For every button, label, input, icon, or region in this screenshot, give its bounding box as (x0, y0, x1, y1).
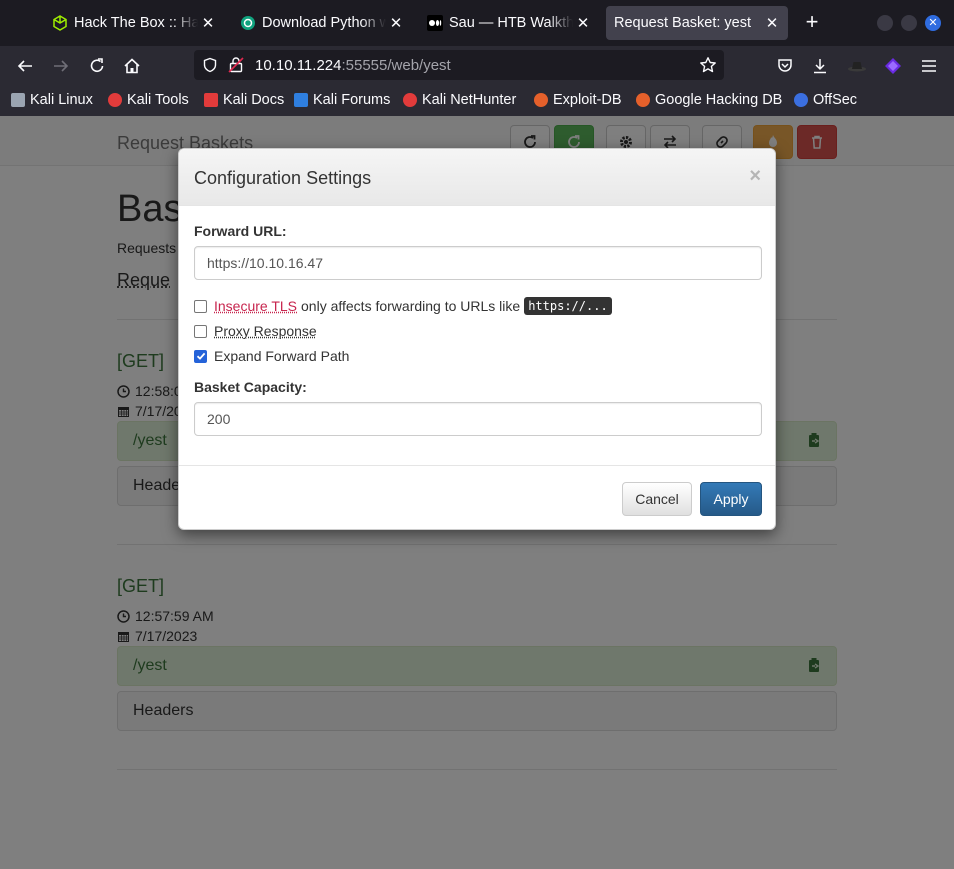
forward-url-input[interactable] (194, 246, 762, 280)
home-icon[interactable] (120, 54, 144, 78)
expand-forward-path-checkbox[interactable] (194, 349, 207, 363)
kali-dragon-icon (11, 93, 25, 107)
tab-strip: Hack The Box :: Hack The Box ✕ Download … (0, 0, 954, 46)
insecure-tls-note: only affects forwarding to URLs like (301, 298, 521, 314)
bookmark-kali-docs[interactable]: Kali Docs (204, 92, 284, 108)
check-icon (196, 352, 205, 360)
proxy-response-label[interactable]: Proxy Response (214, 323, 317, 339)
close-icon[interactable]: ✕ (200, 14, 216, 32)
bookmark-label: Exploit-DB (553, 92, 622, 108)
tab-label: Hack The Box :: Hack The Box (74, 15, 198, 31)
bookmark-star-icon[interactable] (699, 56, 717, 79)
reload-icon[interactable] (85, 54, 109, 78)
modal-header: Configuration Settings × (179, 149, 775, 206)
tab-label: Sau — HTB Walkthrough (449, 15, 573, 31)
bookmark-kali-linux[interactable]: Kali Linux (11, 92, 93, 108)
close-icon[interactable]: ✕ (388, 14, 404, 32)
modal-title: Configuration Settings (194, 168, 372, 188)
tab-label: Request Basket: yest (614, 15, 752, 31)
htb-cube-icon (52, 15, 68, 31)
forward-icon[interactable] (49, 54, 73, 78)
tab-medium[interactable]: Sau — HTB Walkthrough ✕ (419, 6, 599, 40)
expand-forward-path-label[interactable]: Expand Forward Path (214, 348, 349, 364)
bookmark-label: Kali Linux (30, 92, 93, 108)
offsec-icon (794, 93, 808, 107)
forward-url-label: Forward URL: (194, 223, 287, 239)
tab-chatgpt[interactable]: Download Python with ChatGPT ✕ (232, 6, 412, 40)
url-text[interactable]: 10.10.11.224:55555/web/yest (255, 57, 451, 74)
url-host: 10.10.11.224 (255, 57, 342, 74)
bookmark-label: Kali Forums (313, 92, 391, 108)
kali-tools-icon (108, 93, 122, 107)
bookmark-label: Kali Docs (223, 92, 285, 108)
basket-capacity-label: Basket Capacity: (194, 379, 307, 395)
bookmark-kali-forums[interactable]: Kali Forums (294, 92, 390, 108)
insecure-tls-code: https://... (524, 297, 612, 315)
insecure-tls-checkbox[interactable] (194, 299, 207, 313)
downloads-icon[interactable] (808, 54, 832, 78)
insecure-tls-row: Insecure TLS only affects forwarding to … (194, 297, 612, 315)
bookmark-label: Google Hacking DB (655, 92, 783, 108)
insecure-lock-icon[interactable] (228, 56, 244, 79)
bookmark-kali-tools[interactable]: Kali Tools (108, 92, 189, 108)
kali-docs-icon (204, 93, 218, 107)
bookmark-kali-nethunter[interactable]: Kali NetHunter (403, 92, 516, 108)
openai-icon (240, 15, 256, 31)
menu-icon[interactable] (917, 54, 941, 78)
navigation-toolbar: 10.10.11.224:55555/web/yest (0, 46, 954, 86)
extension-hat-icon[interactable] (845, 54, 869, 78)
insecure-tls-label[interactable]: Insecure TLS (214, 298, 297, 314)
maximize-button[interactable] (901, 15, 917, 31)
bookmark-offsec[interactable]: OffSec (794, 92, 857, 108)
ghdb-icon (636, 93, 650, 107)
nethunter-icon (403, 93, 417, 107)
url-path: :55555/web/yest (341, 57, 451, 74)
shield-icon[interactable] (202, 57, 218, 78)
back-icon[interactable] (13, 54, 37, 78)
tab-hackthebox[interactable]: Hack The Box :: Hack The Box ✕ (44, 6, 224, 40)
bookmark-google-hacking-db[interactable]: Google Hacking DB (636, 92, 782, 108)
new-tab-button[interactable]: + (800, 10, 824, 34)
close-icon[interactable]: ✕ (575, 14, 591, 32)
bookmark-label: Kali NetHunter (422, 92, 517, 108)
medium-icon (427, 15, 443, 31)
minimize-button[interactable] (877, 15, 893, 31)
modal-close-button[interactable]: × (749, 166, 761, 186)
expand-forward-path-row: Expand Forward Path (194, 348, 349, 364)
window-close-button[interactable]: ✕ (925, 15, 941, 31)
tab-label: Download Python with ChatGPT (262, 15, 386, 31)
kali-forums-icon (294, 93, 308, 107)
url-bar[interactable]: 10.10.11.224:55555/web/yest (194, 50, 724, 80)
bookmark-label: OffSec (813, 92, 858, 108)
bookmark-exploit-db[interactable]: Exploit-DB (534, 92, 622, 108)
proxy-response-row: Proxy Response (194, 323, 317, 339)
proxy-response-checkbox[interactable] (194, 324, 207, 338)
cancel-button[interactable]: Cancel (622, 482, 692, 516)
basket-capacity-input[interactable] (194, 402, 762, 436)
bookmark-label: Kali Tools (127, 92, 189, 108)
pocket-icon[interactable] (773, 54, 797, 78)
extension-diamond-icon[interactable] (881, 54, 905, 78)
close-icon[interactable]: ✕ (764, 14, 780, 32)
apply-button[interactable]: Apply (700, 482, 762, 516)
tab-request-basket[interactable]: Request Basket: yest ✕ (606, 6, 788, 40)
exploit-db-icon (534, 93, 548, 107)
modal-footer-divider (179, 465, 775, 466)
configuration-settings-dialog: Configuration Settings × Forward URL: In… (178, 148, 776, 530)
bookmarks-toolbar: Kali Linux Kali Tools Kali Docs Kali For… (0, 86, 954, 116)
web-page: Request Baskets Bas Requests Reque [GET]… (0, 116, 954, 869)
